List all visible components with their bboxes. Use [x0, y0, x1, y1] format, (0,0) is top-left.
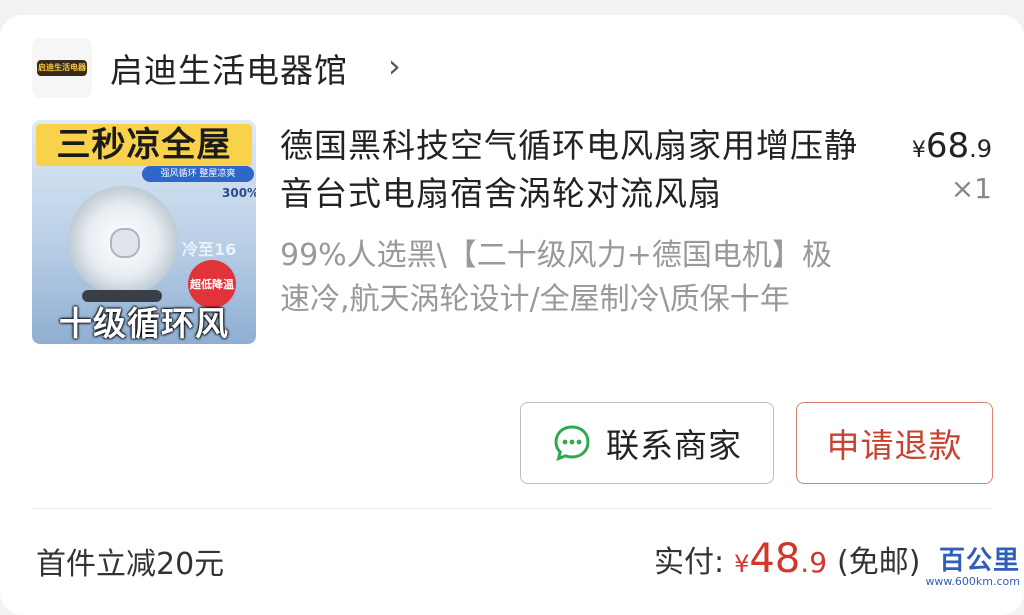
paid-decimal: .9 — [800, 546, 828, 579]
unit-price: ¥68.9 — [912, 126, 992, 166]
product-image-cold-text: 冷至16 — [182, 240, 237, 259]
chat-icon — [554, 425, 590, 461]
request-refund-button[interactable]: 申请退款 — [796, 402, 993, 484]
shop-name[interactable]: 启迪生活电器馆 — [110, 44, 348, 92]
amount-paid: 实付: ¥48.9 (免邮) — [654, 536, 920, 582]
product-image-footer: 十级循环风 — [59, 304, 229, 343]
watermark-text: 百公里 — [938, 546, 1020, 576]
contact-seller-button[interactable]: 联系商家 — [520, 402, 774, 484]
shop-logo[interactable]: 启迪生活电器 — [32, 38, 92, 98]
watermark: 百公里 www.600km.com — [902, 546, 1020, 590]
divider — [32, 508, 992, 509]
product-image-tags: 强风循环 整屋凉爽 — [142, 166, 254, 182]
chevron-right-icon[interactable]: › — [388, 47, 401, 85]
quantity: ×1 — [950, 172, 992, 205]
product-image-percent: 300% — [222, 186, 256, 200]
request-refund-label: 申请退款 — [826, 426, 963, 465]
paid-currency: ¥ — [734, 550, 750, 578]
product-image-badge: 超低降温 — [188, 260, 236, 308]
shop-logo-text: 启迪生活电器 — [37, 60, 87, 76]
paid-label: 实付: — [654, 545, 725, 580]
paid-integer: 48 — [749, 536, 801, 582]
contact-seller-label: 联系商家 — [606, 426, 742, 465]
fan-stand — [82, 290, 162, 302]
watermark-url: www.600km.com — [925, 575, 1020, 588]
price-currency: ¥ — [911, 138, 926, 163]
product-image[interactable]: 三秒凉全屋 强风循环 整屋凉爽 300% 冷至16 超低降温 十级循环风 — [32, 120, 256, 344]
product-title[interactable]: 德国黑科技空气循环电风扇家用增压静音台式电扇宿舍涡轮对流风扇 — [280, 122, 860, 218]
product-image-headline: 三秒凉全屋 — [36, 124, 252, 166]
price-decimal: .9 — [969, 135, 992, 163]
fan-hub — [110, 228, 140, 258]
discount-text: 首件立减20元 — [36, 547, 225, 582]
product-sku: 99%人选黑\【二十级风力+德国电机】极速冷,航天涡轮设计/全屋制冷\质保十年 — [280, 238, 832, 317]
price-integer: 68 — [925, 126, 970, 166]
